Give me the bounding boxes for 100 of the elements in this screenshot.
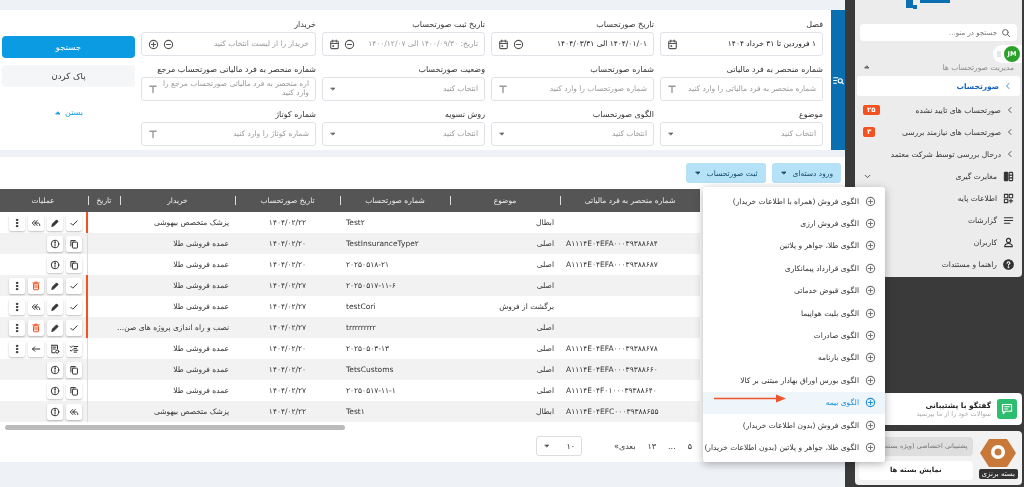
plus-circle-icon [865, 195, 876, 207]
copy-button[interactable] [66, 256, 82, 273]
caret-icon [498, 130, 506, 138]
reply-all-icon [31, 301, 41, 312]
reply-all-button[interactable] [28, 298, 44, 315]
minus-circle-icon [344, 38, 355, 50]
caret-icon [329, 130, 337, 138]
plus-circle-icon [865, 307, 876, 319]
more-button[interactable] [9, 214, 25, 231]
reply-all-icon [69, 406, 79, 417]
compare-icon [1003, 170, 1014, 182]
field-label: روش تسویه [443, 109, 485, 121]
search-icon [1001, 27, 1011, 38]
minus-circle-icon [163, 38, 174, 50]
copy-icon [69, 364, 79, 375]
logo-icon [905, 0, 952, 10]
field-label: الگوی صورتحساب [591, 109, 654, 121]
page-link[interactable]: ... [668, 441, 676, 451]
plus-circle-icon [865, 285, 876, 297]
invoice-button[interactable] [47, 340, 63, 357]
caret-icon [779, 169, 788, 177]
text-icon [148, 129, 158, 139]
field-label: وضعیت صورتحساب [417, 64, 485, 76]
lines-icon [1003, 214, 1014, 226]
plus-circle-icon [865, 374, 876, 386]
more-button[interactable] [9, 298, 25, 315]
help-icon [1003, 258, 1014, 270]
chevron-icon [1006, 128, 1014, 136]
reply-all-icon [31, 217, 41, 228]
search-list-icon [832, 74, 844, 86]
pencil-icon [50, 217, 60, 228]
horizontal-scrollbar[interactable] [5, 425, 345, 430]
info-icon [50, 364, 60, 375]
edit-button[interactable] [47, 214, 63, 231]
copy-button[interactable] [66, 235, 82, 252]
checklist-button[interactable] [66, 340, 82, 357]
field-label: شماره منحصر به فرد مالیاتی صورتحساب مرجع [156, 64, 316, 76]
more-button[interactable] [9, 340, 25, 357]
clear-button[interactable]: پاک کردن [2, 65, 135, 87]
page-size-select[interactable]: ۱۰ [536, 436, 582, 456]
field-label: تاریخ ثبت صورتحساب [411, 19, 485, 31]
pencil-icon [50, 322, 60, 333]
check-icon [69, 280, 79, 291]
edit-button[interactable] [47, 298, 63, 315]
checklist-icon [69, 343, 79, 354]
text-icon [148, 84, 158, 94]
next-link[interactable]: بعدی» [614, 441, 636, 451]
field-label: خریدار [293, 19, 316, 31]
info-icon [50, 259, 60, 270]
document-icon [50, 343, 60, 354]
info-button[interactable] [47, 361, 63, 378]
plus-circle-icon [865, 262, 876, 274]
check-icon [69, 301, 79, 312]
copy-button[interactable] [66, 382, 82, 399]
info-button[interactable] [47, 256, 63, 273]
edit-button[interactable] [47, 277, 63, 294]
info-icon [50, 238, 60, 249]
calendar-icon [329, 38, 340, 50]
plus-circle-icon [865, 218, 876, 230]
pencil-icon [50, 301, 60, 312]
user-icon [1003, 236, 1014, 248]
field-label: فصل [805, 19, 823, 31]
edit-button[interactable] [47, 319, 63, 336]
chevron-icon [1004, 82, 1012, 90]
caret-icon [329, 85, 337, 93]
plus-circle-icon [148, 38, 159, 50]
calendar-icon [498, 38, 509, 50]
info-button[interactable] [47, 403, 63, 420]
plus-circle-icon [865, 240, 876, 252]
check-icon [69, 217, 79, 228]
text-icon [498, 84, 508, 94]
page-link[interactable]: ۱۳ [647, 441, 657, 451]
reply-all-button[interactable] [28, 214, 44, 231]
minus-circle-icon [513, 38, 524, 50]
calendar-icon [667, 38, 678, 50]
more-button[interactable] [9, 319, 25, 336]
reply-all-button[interactable] [66, 403, 82, 420]
copy-button[interactable] [66, 361, 82, 378]
bronze-badge-icon [979, 437, 1018, 468]
plus-circle-icon [865, 442, 876, 453]
field-label: شماره منحصر به فرد مالیاتی [725, 64, 823, 76]
field-label: شماره صورتحساب [589, 64, 654, 76]
chevron-icon [1006, 150, 1014, 158]
field-label: تاریخ صورتحساب [595, 19, 654, 31]
copy-icon [69, 259, 79, 270]
caret-icon [693, 169, 702, 177]
caret-icon [543, 442, 551, 450]
caret-icon [667, 130, 675, 138]
info-icon [50, 406, 60, 417]
caret-up-icon [863, 63, 871, 71]
trash-icon [31, 322, 41, 333]
field-label: شماره کوتاژ [274, 109, 316, 121]
check-icon [69, 322, 79, 333]
field-label: موضوع [797, 109, 823, 121]
info-button[interactable] [47, 382, 63, 399]
more-button[interactable] [9, 277, 25, 294]
chevron-icon [1006, 106, 1014, 114]
info-button[interactable] [47, 235, 63, 252]
trash-icon [31, 280, 41, 291]
page-link[interactable]: ۵ [687, 441, 692, 451]
